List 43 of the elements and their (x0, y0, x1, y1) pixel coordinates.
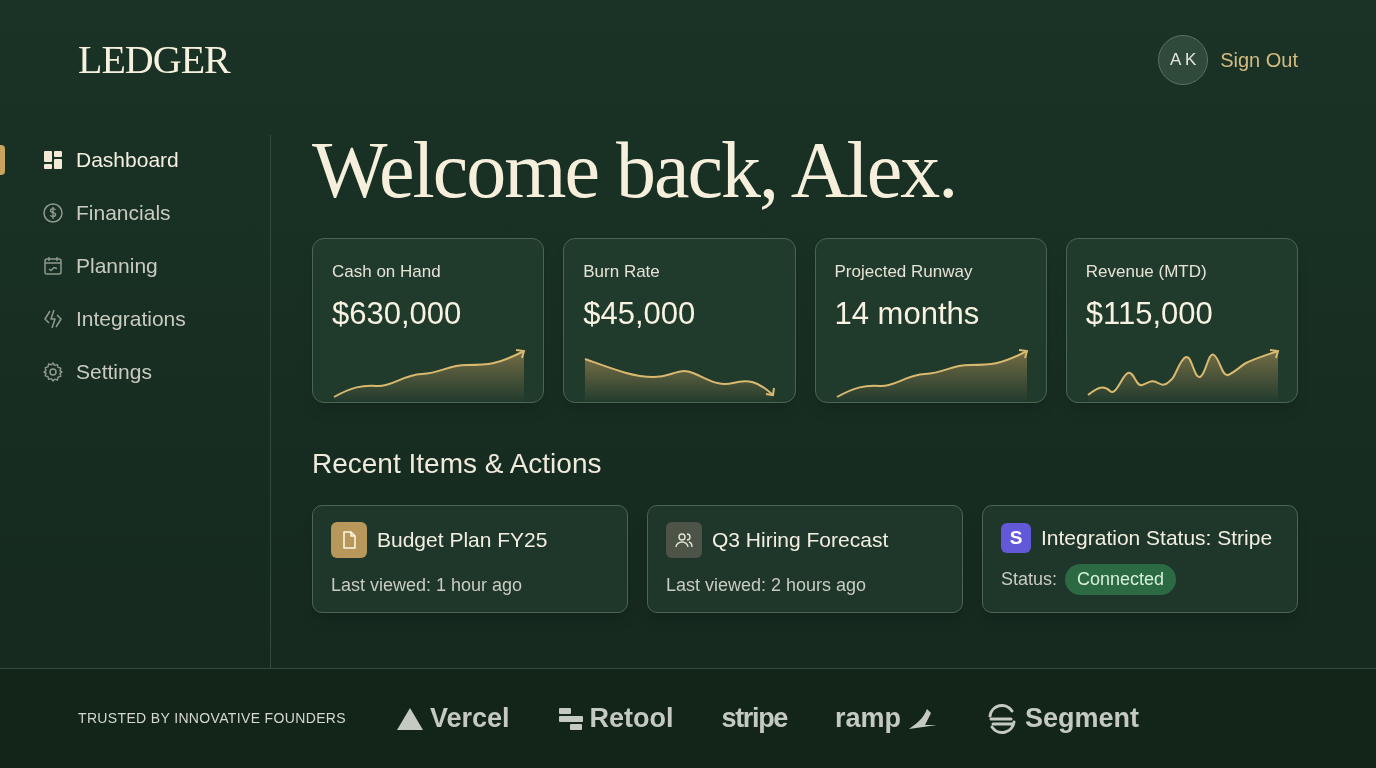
item-detail: Last viewed: 2 hours ago (666, 574, 867, 597)
item-detail: Status: (1001, 567, 1058, 591)
integration-logo: S (1001, 522, 1031, 553)
calendar-icon (42, 255, 64, 277)
dollar-icon (42, 202, 64, 224)
sign-out-link[interactable]: Sign Out (1220, 45, 1298, 75)
item-title: Q3 Hiring Forecast (712, 527, 889, 554)
lightning-icon (42, 308, 64, 330)
sidebar-item[interactable]: Financials (0, 195, 270, 231)
metric-label: Revenue (MTD) (1085, 261, 1208, 283)
brand-logo[interactable]: LEDGER (78, 30, 230, 90)
metric-label: Burn Rate (583, 261, 661, 283)
company-logo: Segment (985, 698, 1140, 739)
company-logo: stripe (721, 702, 787, 736)
grid-icon (42, 149, 64, 171)
sidebar-item[interactable]: Planning (0, 248, 270, 284)
metric-value: $630,000 (332, 294, 463, 333)
settings-icon (42, 361, 64, 383)
recent-item-card[interactable]: Budget Plan FY25 Last viewed: 1 hour ago (312, 505, 628, 613)
active-indicator (0, 145, 5, 175)
metric-value: $45,000 (583, 294, 697, 333)
sidebar-item[interactable]: Settings (0, 354, 270, 390)
welcome-heading: Welcome back, Alex. (312, 125, 958, 216)
item-title: Budget Plan FY25 (377, 527, 548, 554)
company-logo: ramp (835, 698, 938, 739)
user-avatar[interactable]: A K (1158, 35, 1209, 85)
section-title: Recent Items & Actions (312, 447, 603, 481)
recent-item-card[interactable]: S Integration Status: Stripe Status: Connected (982, 505, 1298, 613)
sidebar-item[interactable]: Dashboard (0, 142, 270, 178)
trusted-caption: TRUSTED BY INNOVATIVE FOUNDERS (78, 709, 346, 728)
company-logo: Vercel (396, 698, 510, 739)
metric-label: Cash on Hand (332, 261, 442, 283)
status-badge: Connected (1065, 563, 1177, 595)
document-icon (331, 522, 367, 558)
sidebar-item[interactable]: Integrations (0, 301, 270, 337)
item-detail: Last viewed: 1 hour ago (331, 574, 523, 597)
recent-item-card[interactable]: Q3 Hiring Forecast Last viewed: 2 hours ago (647, 505, 963, 613)
metric-value: $115,000 (1085, 294, 1214, 333)
people-icon (666, 522, 702, 558)
metric-value: 14 months (834, 294, 981, 333)
company-logo: Retool (557, 698, 674, 739)
metric-label: Projected Runway (834, 261, 974, 283)
item-title: Integration Status: Stripe (1041, 525, 1273, 551)
